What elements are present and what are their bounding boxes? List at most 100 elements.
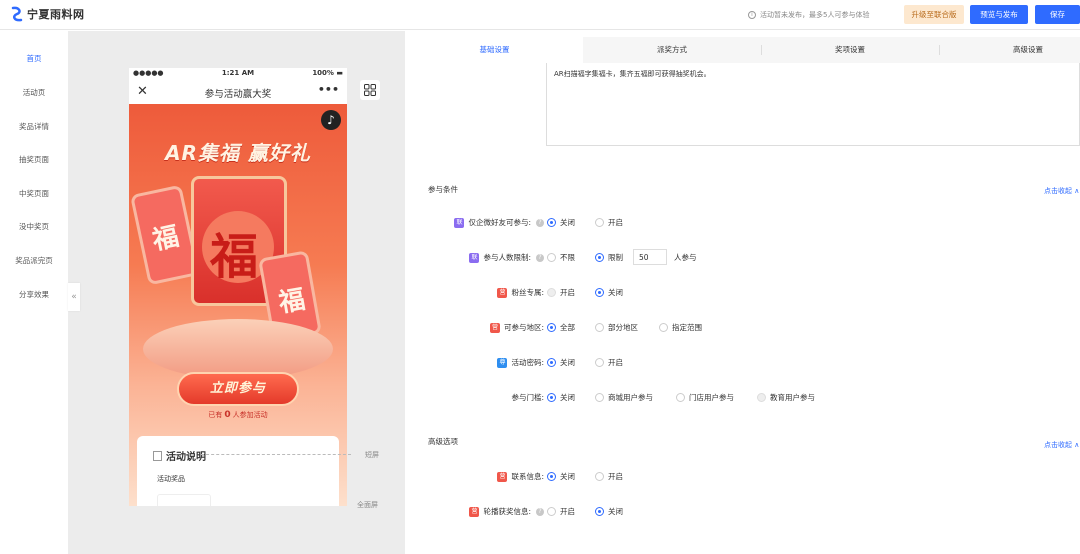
option-label: 商城用户参与 — [608, 393, 653, 402]
option-label: 关闭 — [560, 358, 575, 367]
row-participant-limit: 联 参与人数限制: ? 不限 限制 50 人参与 — [406, 249, 1080, 265]
radio-dot — [547, 288, 556, 297]
radio-mall-users[interactable]: 商城用户参与 — [595, 392, 653, 403]
row-password: 尊 活动密码: 关闭 开启 — [406, 354, 1080, 370]
radio-off[interactable]: 关闭 — [547, 357, 575, 368]
sidebar-item-draw-page[interactable]: 抽奖页面 — [0, 154, 68, 165]
conditions-collapse-link[interactable]: 点击收起 ∧ — [1044, 186, 1079, 196]
radio-dot — [547, 393, 556, 402]
sidebar-item-activity[interactable]: 活动页 — [0, 87, 68, 98]
option-label: 教育用户参与 — [770, 393, 815, 402]
radio-all[interactable]: 全部 — [547, 322, 575, 333]
sidebar-item-prize-detail[interactable]: 奖品详情 — [0, 121, 68, 132]
row-label: 尊 活动密码: — [497, 357, 544, 368]
prize-label: 活动奖品 — [157, 475, 185, 483]
sidebar-item-prize-out[interactable]: 奖品派完页 — [0, 255, 68, 266]
row-label-text: 活动密码: — [511, 358, 544, 367]
row-label: 联 仅企微好友可参与: ? — [454, 217, 544, 228]
prize-thumbnail — [157, 494, 211, 506]
music-icon[interactable]: ♪ — [321, 110, 341, 130]
sidebar-item-win-page[interactable]: 中奖页面 — [0, 188, 68, 199]
participant-limit-input[interactable]: 50 — [633, 249, 667, 265]
option-label: 全部 — [560, 323, 575, 332]
row-label: 参与门槛: — [511, 392, 544, 403]
feature-tag: 尊 — [497, 357, 508, 368]
radio-store-users[interactable]: 门店用户参与 — [676, 392, 734, 403]
left-phone-illustration: 福 — [130, 184, 200, 286]
row-label: 营 可参与地区: — [489, 322, 544, 333]
radio-off[interactable]: 关闭 — [595, 506, 623, 517]
status-bar: ●●●●● 1:21 AM 100% ▬ — [129, 68, 347, 80]
tab-prize-settings[interactable]: 奖项设置 — [761, 37, 939, 63]
radio-on[interactable]: 开启 — [595, 217, 623, 228]
activity-description-textarea[interactable]: AR扫描福字集福卡，集齐五福即可获得抽奖机会。 — [546, 63, 1080, 146]
description-card: 活动说明 活动奖品 — [137, 436, 339, 506]
conditions-section-title: 参与条件 — [428, 185, 458, 194]
row-friends-only: 联 仅企微好友可参与: ? 关闭 开启 — [406, 214, 1080, 230]
help-icon[interactable]: ? — [536, 253, 544, 262]
option-label: 开启 — [560, 507, 575, 516]
radio-limited[interactable]: 限制 — [595, 252, 623, 263]
phone-page-title: 参与活动赢大奖 — [204, 89, 272, 100]
notice-text: 活动暂未发布，最多5人可参与体验 — [760, 11, 870, 19]
radio-on[interactable]: 开启 — [547, 506, 575, 517]
radio-off[interactable]: 关闭 — [595, 287, 623, 298]
radio-off[interactable]: 关闭 — [547, 217, 575, 228]
tab-basic-settings[interactable]: 基础设置 — [406, 37, 583, 63]
save-button[interactable]: 保存 — [1035, 5, 1080, 24]
sidebar-item-share[interactable]: 分享效果 — [0, 289, 68, 300]
description-title: 活动说明 — [153, 448, 206, 463]
help-icon[interactable]: ? — [536, 218, 544, 227]
radio-dot — [595, 393, 604, 402]
radio-dot — [547, 507, 556, 516]
row-label-text: 可参与地区: — [503, 323, 544, 332]
qr-code-button[interactable] — [360, 80, 380, 100]
option-label: 部分地区 — [608, 323, 638, 332]
joined-prefix: 已有 — [208, 411, 223, 419]
radio-dot — [595, 218, 604, 227]
radio-dot — [757, 393, 766, 402]
radio-on[interactable]: 开启 — [547, 287, 575, 298]
preview-publish-button[interactable]: 预览与发布 — [970, 5, 1028, 24]
radio-dot — [547, 218, 556, 227]
radio-off[interactable]: 关闭 — [547, 471, 575, 482]
option-label: 关闭 — [560, 393, 575, 402]
short-screen-line — [201, 454, 351, 455]
option-label: 开启 — [608, 472, 623, 481]
row-label: 营 轮播获奖信息: ? — [469, 506, 544, 517]
radio-on[interactable]: 开启 — [595, 357, 623, 368]
fu-character-right: 福 — [276, 284, 308, 319]
radio-partial-region[interactable]: 部分地区 — [595, 322, 638, 333]
upgrade-button[interactable]: 升级至联合版 — [904, 5, 964, 24]
help-icon[interactable]: ? — [536, 507, 544, 516]
stage-illustration — [143, 319, 333, 379]
option-label: 不限 — [560, 253, 575, 262]
sidebar-item-home[interactable]: 首页 — [0, 53, 68, 64]
tab-advanced-settings[interactable]: 高级设置 — [939, 37, 1080, 63]
radio-unlimited[interactable]: 不限 — [547, 252, 575, 263]
radio-education-users[interactable]: 教育用户参与 — [757, 392, 815, 403]
tab-prize-delivery[interactable]: 派奖方式 — [583, 37, 761, 63]
feature-tag: 营 — [469, 506, 480, 517]
radio-off[interactable]: 关闭 — [547, 392, 575, 403]
logo[interactable]: 宁夏雨料网 — [10, 6, 85, 22]
radio-specified-range[interactable]: 指定范围 — [659, 322, 702, 333]
phone-title-bar: ✕ 参与活动赢大奖 ••• — [129, 80, 347, 104]
top-bar: 宁夏雨料网 i 活动暂未发布，最多5人可参与体验 升级至联合版 预览与发布 保存 — [0, 0, 1080, 30]
radio-on[interactable]: 开启 — [595, 471, 623, 482]
radio-dot — [676, 393, 685, 402]
feature-tag: 联 — [469, 252, 480, 263]
feature-tag: 联 — [454, 217, 465, 228]
participant-count: 已有 0 人参加活动 — [129, 410, 347, 420]
join-now-button[interactable]: 立即参与 — [177, 372, 299, 406]
sidebar-item-lose-page[interactable]: 没中奖页 — [0, 221, 68, 232]
more-icon[interactable]: ••• — [318, 83, 339, 96]
row-contact-info: 营 联系信息: 关闭 开启 — [406, 468, 1080, 484]
sidebar-collapse-button[interactable]: « — [68, 283, 80, 311]
row-label-text: 联系信息: — [511, 472, 544, 481]
option-label: 关闭 — [560, 472, 575, 481]
option-label: 限制 — [608, 253, 623, 262]
publish-notice: i 活动暂未发布，最多5人可参与体验 — [748, 10, 869, 20]
advanced-collapse-link[interactable]: 点击收起 ∧ — [1044, 440, 1079, 450]
page-sidebar: 首页 活动页 奖品详情 抽奖页面 中奖页面 没中奖页 奖品派完页 分享效果 — [0, 31, 68, 554]
